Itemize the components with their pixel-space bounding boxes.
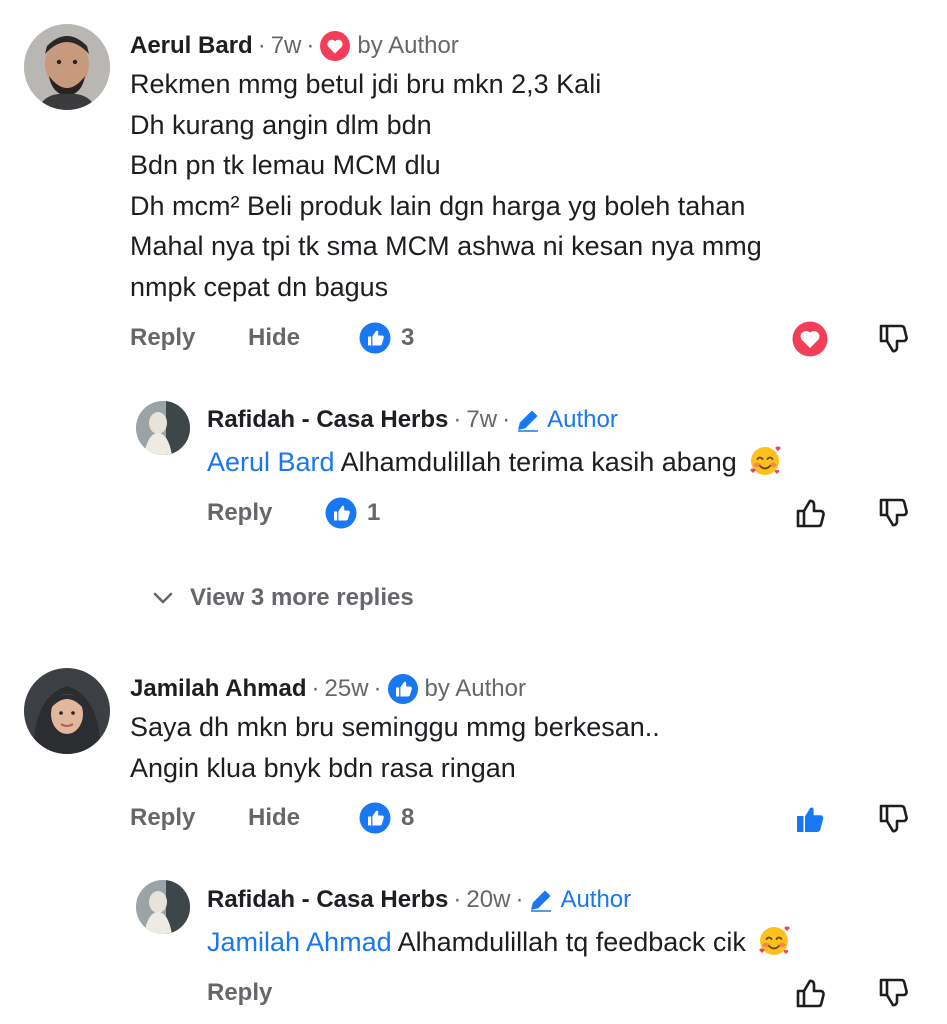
mention-link[interactable]: Aerul Bard <box>207 447 335 477</box>
like-count-value: 8 <box>401 804 415 831</box>
thumbs-up-filled-icon <box>797 807 824 832</box>
author-label: Author <box>547 406 618 433</box>
pencil-icon <box>531 890 552 912</box>
dislike-button[interactable] <box>874 320 912 358</box>
comment-line: Bdn pn tk lemau MCM dlu <box>130 150 441 180</box>
comment-author-name[interactable]: Jamilah Ahmad <box>130 675 307 703</box>
reply-author-name[interactable]: Rafidah - Casa Herbs <box>207 886 448 914</box>
comments-thread: Aerul Bard · 7w · by Author Rekmen mmg b… <box>0 0 947 1024</box>
reply-body: Aerul Bard Alhamdulillah terima kasih ab… <box>207 442 782 483</box>
reply-time[interactable]: 7w <box>466 406 497 434</box>
thumbs-down-icon <box>879 324 908 353</box>
comment-line: Angin klua bnyk bdn rasa ringan <box>130 752 516 783</box>
separator-dot: · <box>373 675 382 702</box>
like-count-value: 1 <box>367 499 381 526</box>
comment-body: Rekmen mmg betul jdi bru mkn 2,3 Kali Dh… <box>130 64 762 307</box>
like-button[interactable] <box>791 494 829 532</box>
thumbs-down-icon <box>879 978 908 1007</box>
like-count[interactable]: 3 <box>359 322 414 354</box>
dislike-button[interactable] <box>874 974 912 1012</box>
pencil-icon <box>518 410 539 432</box>
heart-badge-icon <box>319 30 351 62</box>
by-author-label: by Author <box>357 32 459 59</box>
separator-dot: · <box>453 406 462 433</box>
comment-header: Aerul Bard · 7w · by Author <box>130 30 459 62</box>
reply-button[interactable]: Reply <box>207 499 272 527</box>
smiling-face-with-hearts-emoji <box>750 446 781 475</box>
like-count[interactable]: 1 <box>325 497 380 529</box>
view-more-label: View 3 more replies <box>190 584 414 611</box>
thumbs-down-icon <box>879 804 908 833</box>
dislike-button[interactable] <box>874 494 912 532</box>
heart-icon <box>792 321 828 357</box>
author-tag: Author <box>515 406 618 434</box>
like-count[interactable]: 8 <box>359 802 414 834</box>
like-button[interactable] <box>791 974 829 1012</box>
comment-line: nmpk cepat dn bagus <box>130 271 389 302</box>
separator-dot: · <box>453 886 462 913</box>
separator-dot: · <box>502 406 511 433</box>
smiling-face-with-hearts-emoji <box>759 926 790 955</box>
comment-line: Dh kurang angin dlm bdn <box>130 109 432 140</box>
reply-button[interactable]: Reply <box>207 979 272 1007</box>
dislike-button[interactable] <box>874 800 912 838</box>
avatar[interactable] <box>24 668 110 754</box>
hide-button[interactable]: Hide <box>248 804 300 832</box>
author-tag: Author <box>528 886 631 914</box>
like-reaction-icon <box>359 802 391 834</box>
separator-dot: · <box>515 886 524 913</box>
avatar[interactable] <box>136 880 190 934</box>
avatar-rafidah-image <box>136 880 190 934</box>
like-badge-icon <box>387 673 419 705</box>
by-author-label: by Author <box>424 675 526 702</box>
comment-line: Saya dh mkn bru seminggu mmg berkesan.. <box>130 712 660 742</box>
comment-author-name[interactable]: Aerul Bard <box>130 32 253 60</box>
reply-text: Alhamdulillah tq feedback cik <box>391 927 746 957</box>
comment-time[interactable]: 25w <box>325 675 369 703</box>
comment-line: Rekmen mmg betul jdi bru mkn 2,3 Kali <box>130 69 602 99</box>
thumbs-up-icon <box>796 979 825 1008</box>
avatar[interactable] <box>24 24 110 110</box>
reply-author-name[interactable]: Rafidah - Casa Herbs <box>207 406 448 434</box>
like-reaction-icon <box>325 497 357 529</box>
avatar-rafidah-image <box>136 401 190 455</box>
comment-body: Saya dh mkn bru seminggu mmg berkesan.. … <box>130 707 660 788</box>
like-reaction-icon <box>359 322 391 354</box>
comment-header: Jamilah Ahmad · 25w · by Author <box>130 673 526 705</box>
love-reaction-button[interactable] <box>791 320 829 358</box>
avatar-jamilah-ahmad-image <box>24 668 110 754</box>
avatar[interactable] <box>136 401 190 455</box>
comment-line: Mahal nya tpi tk sma MCM ashwa ni kesan … <box>130 231 762 261</box>
avatar-aerul-bard-image <box>24 24 110 110</box>
reply-button[interactable]: Reply <box>130 324 195 352</box>
comment-time[interactable]: 7w <box>271 32 302 60</box>
chevron-down-icon <box>153 592 173 604</box>
reply-header: Rafidah - Casa Herbs · 7w · Author <box>207 406 618 434</box>
reply-header: Rafidah - Casa Herbs · 20w · Author <box>207 886 631 914</box>
like-button[interactable] <box>791 800 829 838</box>
thumbs-down-icon <box>879 498 908 527</box>
thumbs-up-icon <box>796 499 825 528</box>
like-count-value: 3 <box>401 324 415 351</box>
author-label: Author <box>560 886 632 913</box>
mention-link[interactable]: Jamilah Ahmad <box>207 927 392 957</box>
separator-dot: · <box>257 32 266 59</box>
separator-dot: · <box>311 675 320 702</box>
reply-time[interactable]: 20w <box>466 886 510 914</box>
view-more-replies-button[interactable]: View 3 more replies <box>150 584 414 612</box>
separator-dot: · <box>306 32 315 59</box>
reply-body: Jamilah Ahmad Alhamdulillah tq feedback … <box>207 922 791 963</box>
reply-text: Alhamdulillah terima kasih abang <box>334 447 737 477</box>
hide-button[interactable]: Hide <box>248 324 300 352</box>
reply-button[interactable]: Reply <box>130 804 195 832</box>
comment-line: Dh mcm² Beli produk lain dgn harga yg bo… <box>130 190 746 221</box>
